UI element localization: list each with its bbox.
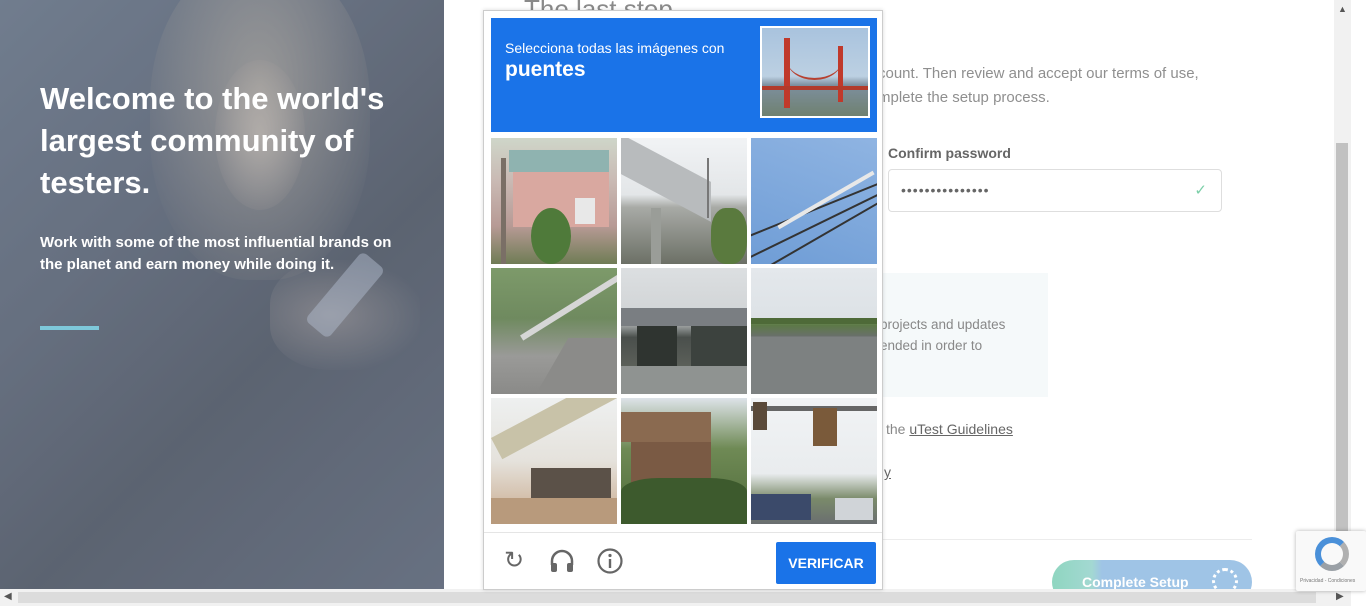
scroll-up-icon[interactable]: ▲ — [1338, 4, 1347, 14]
headphones-icon[interactable] — [548, 547, 576, 575]
recaptcha-terms[interactable]: Privacidad - Condiciones — [1300, 578, 1355, 584]
recaptcha-logo-icon — [1315, 537, 1349, 571]
captcha-target: puentes — [505, 58, 586, 81]
captcha-tile-overpass[interactable] — [621, 268, 747, 394]
spinner-icon — [1212, 568, 1238, 589]
confirm-password-value: ••••••••••••••• — [901, 182, 990, 198]
sample-bridge-deck — [762, 86, 868, 90]
vertical-scrollbar[interactable]: ▲ — [1334, 0, 1351, 589]
intro-line-1: count. Then review and accept our terms … — [878, 65, 1199, 82]
hero-panel: Welcome to the world's largest community… — [0, 0, 444, 589]
captcha-instruction: Selecciona todas las imágenes con — [505, 40, 725, 56]
info-glyph — [597, 548, 623, 574]
horizontal-scroll-thumb[interactable] — [18, 592, 1316, 603]
captcha-tile-concrete-bridge[interactable] — [491, 398, 617, 524]
divider — [874, 539, 1252, 540]
captcha-header: Selecciona todas las imágenes con puente… — [491, 18, 877, 132]
complete-setup-button[interactable]: Complete Setup — [1052, 560, 1252, 589]
intro-text: count. Then review and accept our terms … — [878, 62, 1278, 110]
recaptcha-badge[interactable]: Privacidad - Condiciones — [1296, 531, 1366, 591]
info-icon[interactable] — [596, 547, 624, 575]
captcha-challenge: Selecciona todas las imágenes con puente… — [483, 10, 883, 590]
vertical-scroll-thumb[interactable] — [1336, 143, 1348, 533]
check-icon: ✓ — [1194, 182, 1207, 199]
guidelines-prefix: the — [886, 421, 910, 437]
confirm-password-label: Confirm password — [888, 145, 1011, 161]
complete-setup-label: Complete Setup — [1082, 574, 1189, 589]
captcha-tile-house[interactable] — [491, 138, 617, 264]
verify-button[interactable]: VERIFICAR — [776, 542, 876, 584]
scroll-right-icon[interactable]: ▶ — [1336, 591, 1344, 602]
headphones-glyph — [550, 549, 574, 572]
sample-bridge-cable — [787, 40, 842, 80]
captcha-tile-power-lines[interactable] — [751, 138, 877, 264]
reload-icon[interactable]: ↻ — [500, 547, 528, 575]
captcha-grid — [491, 138, 877, 524]
hero-accent-line — [40, 326, 99, 330]
scroll-left-icon[interactable]: ◀ — [4, 591, 12, 602]
captcha-tile-guardrail-road[interactable] — [491, 268, 617, 394]
captcha-tile-bridge-underside[interactable] — [621, 138, 747, 264]
privacy-link-fragment[interactable]: y — [884, 464, 891, 480]
captcha-sample-image — [760, 26, 870, 118]
captcha-tile-highway[interactable] — [751, 268, 877, 394]
captcha-tile-tropical-house[interactable] — [621, 398, 747, 524]
hero-subtitle: Work with some of the most influential b… — [40, 234, 392, 273]
confirm-password-field[interactable]: ••••••••••••••• ✓ — [888, 169, 1222, 212]
horizontal-scrollbar[interactable]: ◀ ▶ — [0, 589, 1351, 606]
intro-line-2: mplete the setup process. — [878, 89, 1050, 106]
info-text: projects and updates ended in order to — [880, 317, 1006, 353]
hero-title: Welcome to the world's largest community… — [40, 81, 385, 200]
captcha-tile-traffic-light[interactable] — [751, 398, 877, 524]
captcha-footer: ↻ VERIFICAR — [484, 532, 882, 590]
guidelines-link[interactable]: uTest Guidelines — [909, 421, 1013, 437]
guidelines-text: the uTest Guidelines — [886, 421, 1013, 437]
